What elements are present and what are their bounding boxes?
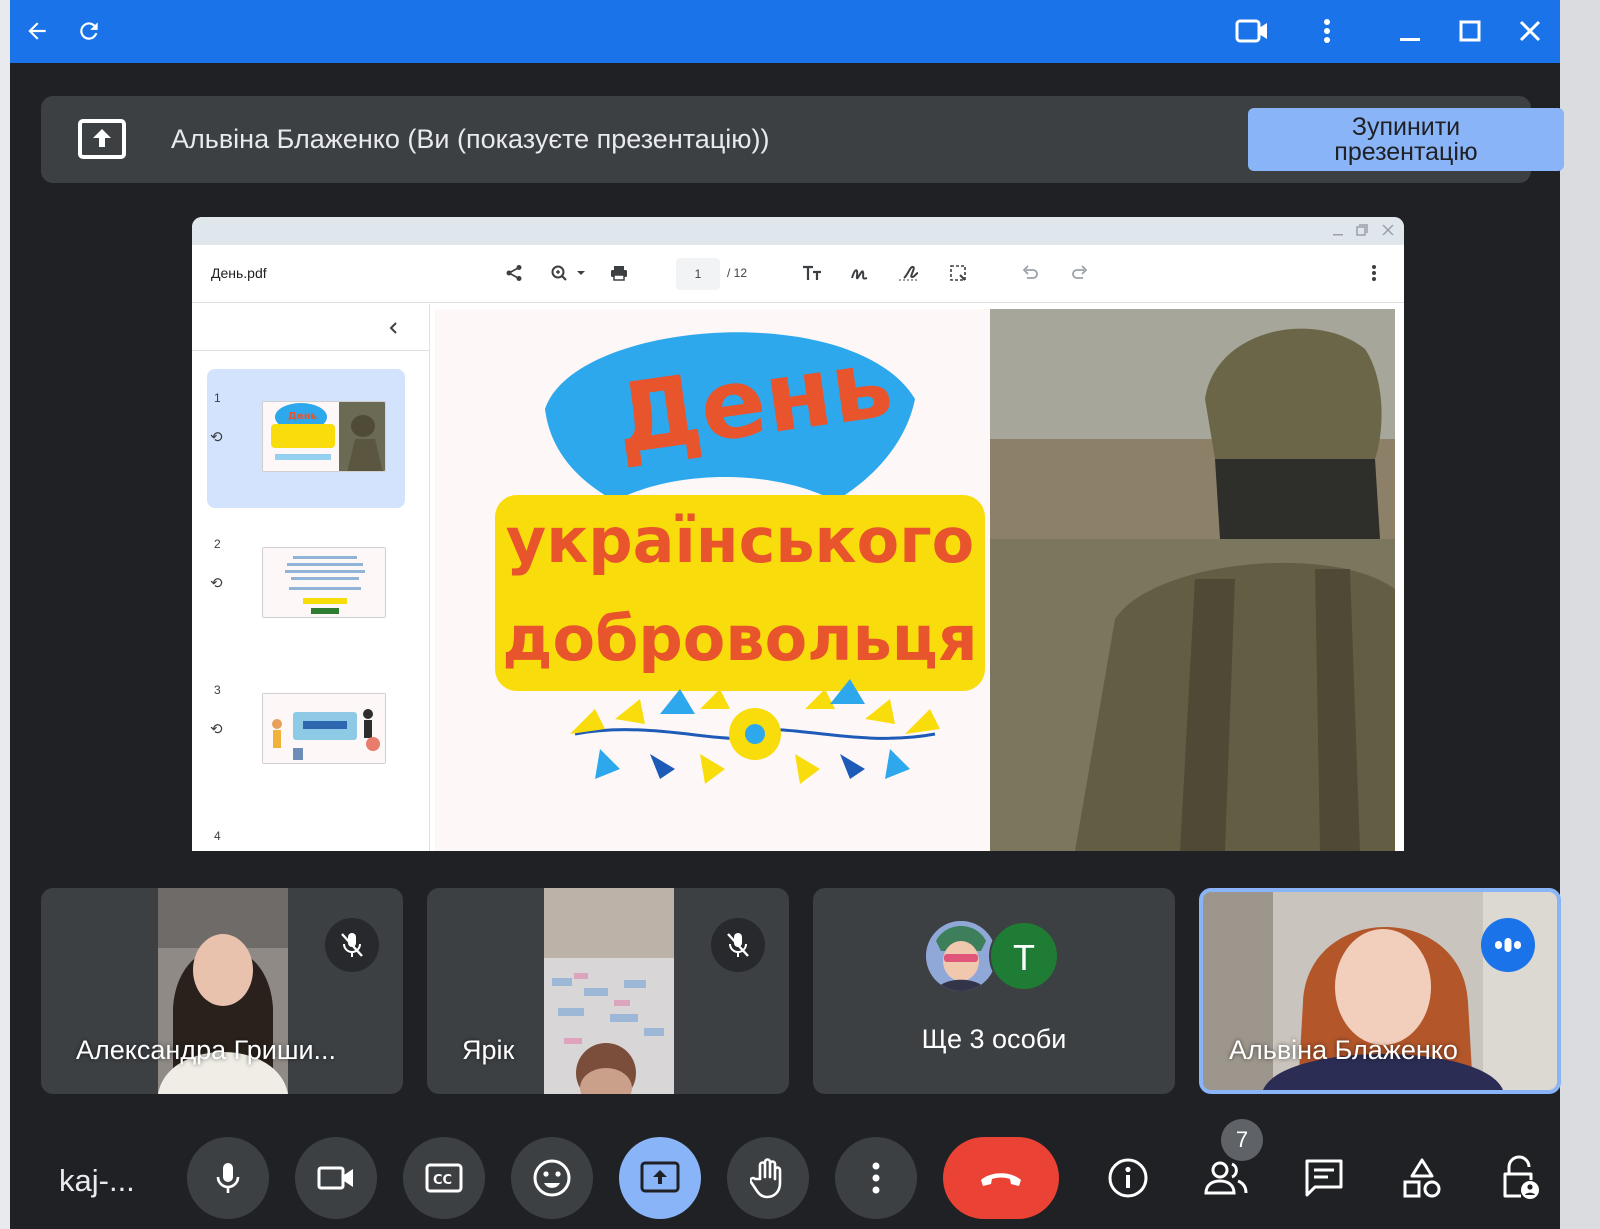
captions-icon: CC	[425, 1163, 463, 1193]
chat-button[interactable]	[1294, 1137, 1354, 1219]
close-icon	[1382, 224, 1394, 236]
minimize-icon[interactable]	[1393, 14, 1427, 48]
meet-window: Альвіна Блаженко (Ви (показуєте презента…	[10, 0, 1564, 1229]
participant-name: Александра Гриши...	[76, 1035, 337, 1065]
self-tile[interactable]: Альвіна Блаженко	[1199, 888, 1561, 1094]
thumbnail-image-2	[262, 547, 386, 618]
emoji-button[interactable]	[511, 1137, 593, 1219]
participant-tile[interactable]: Ярік	[427, 888, 789, 1094]
more-icon	[872, 1162, 880, 1194]
camera-icon	[317, 1166, 353, 1190]
slide-title-line2: українського	[505, 504, 975, 577]
stop-presenting-label-2: презентацію	[1334, 138, 1478, 166]
present-screen-icon	[78, 119, 126, 159]
more-options-button[interactable]	[835, 1137, 917, 1219]
reload-icon[interactable]	[72, 14, 106, 48]
present-icon	[640, 1161, 680, 1193]
others-count-label: Ще 3 особи	[921, 1024, 1067, 1054]
video-call-icon[interactable]	[1235, 14, 1269, 48]
rotate-icon[interactable]: ⟲	[210, 428, 230, 448]
thumbnail-image-3	[262, 693, 386, 764]
camera-button[interactable]	[295, 1137, 377, 1219]
slide-title-line3: добровольця	[502, 602, 978, 675]
speaking-indicator-icon	[1481, 918, 1535, 972]
rotate-icon[interactable]: ⟲	[210, 720, 230, 740]
activities-icon	[1403, 1158, 1441, 1198]
meeting-code[interactable]: kaj-...	[59, 1163, 135, 1199]
mic-icon	[216, 1163, 240, 1193]
participant-name: Ярік	[462, 1035, 515, 1065]
avatar: T	[989, 921, 1059, 991]
svg-text:CC: CC	[433, 1173, 452, 1188]
raise-hand-icon	[750, 1158, 782, 1199]
muted-mic-icon	[711, 918, 765, 972]
signature-icon[interactable]	[897, 261, 921, 285]
info-icon	[1108, 1158, 1148, 1198]
participant-tile[interactable]: Александра Гриши...	[41, 888, 403, 1094]
more-vert-icon[interactable]	[1310, 14, 1344, 48]
participant-tile-others[interactable]: T Ще 3 особи	[813, 888, 1175, 1094]
back-arrow-icon[interactable]	[20, 14, 54, 48]
thumbnail-number: 2	[214, 537, 221, 551]
zoom-icon[interactable]	[548, 261, 592, 285]
background-edge-left	[0, 0, 10, 1229]
undo-icon[interactable]	[1018, 261, 1042, 285]
stop-presenting-button[interactable]: Зупинити презентацію	[1248, 108, 1564, 171]
host-controls-icon	[1503, 1155, 1539, 1199]
host-controls-button[interactable]	[1490, 1137, 1550, 1219]
end-call-icon	[981, 1173, 1021, 1186]
info-button[interactable]	[1098, 1137, 1158, 1219]
pdf-file-name: День.pdf	[211, 265, 267, 281]
page-total: / 12	[727, 266, 748, 280]
shared-window-titlebar	[192, 217, 1404, 245]
minimize-icon	[1333, 234, 1343, 236]
presenting-banner: Альвіна Блаженко (Ви (показуєте презента…	[41, 96, 1564, 183]
activities-button[interactable]	[1392, 1137, 1452, 1219]
raise-hand-button[interactable]	[727, 1137, 809, 1219]
stop-presenting-label-1: Зупинити	[1351, 113, 1461, 141]
restore-icon	[1356, 224, 1368, 236]
rotate-icon[interactable]: ⟲	[210, 574, 230, 594]
maximize-icon[interactable]	[1453, 14, 1487, 48]
participant-name: Альвіна Блаженко	[1229, 1035, 1458, 1065]
chat-icon	[1305, 1159, 1343, 1197]
draw-icon[interactable]	[848, 261, 872, 285]
thumbnail-sidebar: 1 ⟲ День 2 ⟲ 3 ⟲ 4	[192, 304, 430, 851]
shared-screen: День.pdf 1 / 12 1 ⟲ День 2 ⟲ 3 ⟲ 4 День …	[192, 217, 1404, 851]
meeting-controls: kaj-... CC 7	[10, 1119, 1560, 1229]
svg-text:День: День	[288, 411, 317, 422]
thumbnail-number: 4	[214, 829, 221, 843]
thumbnail-image-1: День	[262, 401, 386, 472]
people-button[interactable]	[1196, 1137, 1256, 1219]
mic-button[interactable]	[187, 1137, 269, 1219]
muted-mic-icon	[325, 918, 379, 972]
thumbnail-number: 1	[214, 391, 221, 405]
collapse-sidebar-icon[interactable]	[388, 321, 398, 335]
text-icon[interactable]	[800, 261, 824, 285]
avatar	[926, 921, 996, 991]
participant-video	[544, 888, 674, 1094]
thumbnail-number: 3	[214, 683, 221, 697]
page-number-input[interactable]: 1	[676, 258, 720, 290]
background-edge-right	[1560, 0, 1600, 1229]
more-vert-icon[interactable]	[1362, 261, 1386, 285]
print-icon[interactable]	[607, 261, 631, 285]
window-titlebar	[10, 0, 1560, 63]
pdf-toolbar: День.pdf 1 / 12	[192, 245, 1404, 303]
select-area-icon[interactable]	[946, 261, 970, 285]
pdf-slide-page: День українського добровольця	[435, 309, 1395, 851]
sidebar-divider	[192, 350, 429, 351]
people-icon	[1204, 1161, 1248, 1195]
presenting-status-text: Альвіна Блаженко (Ви (показуєте презента…	[171, 124, 770, 154]
share-icon[interactable]	[502, 261, 526, 285]
present-button[interactable]	[619, 1137, 701, 1219]
redo-icon[interactable]	[1068, 261, 1092, 285]
emoji-icon	[533, 1159, 571, 1197]
captions-button[interactable]: CC	[403, 1137, 485, 1219]
end-call-button[interactable]	[943, 1137, 1059, 1219]
close-icon[interactable]	[1513, 14, 1547, 48]
